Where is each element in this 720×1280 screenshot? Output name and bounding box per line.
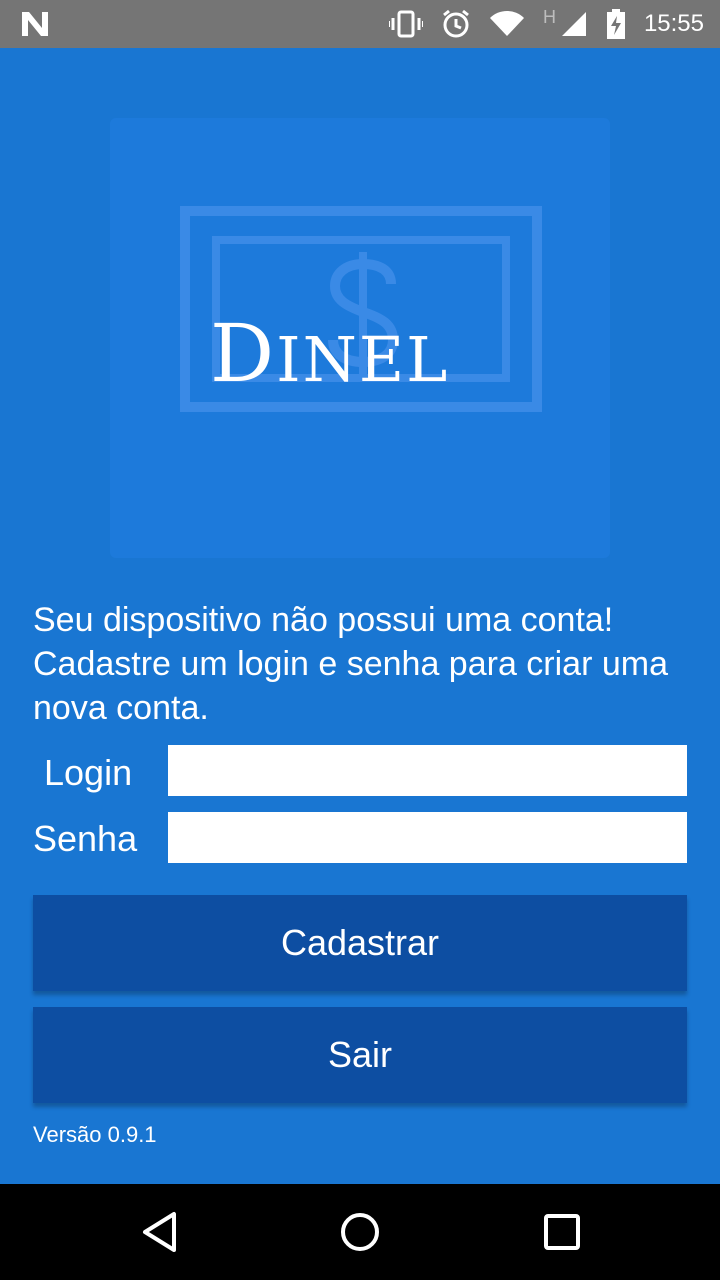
main-content: DINEL Seu dispositivo não possui uma con… xyxy=(0,48,720,1184)
password-label: Senha xyxy=(33,818,138,859)
status-time: 15:55 xyxy=(643,10,704,37)
recents-icon[interactable] xyxy=(542,1208,582,1261)
logo-text-initial: D xyxy=(210,307,277,400)
home-icon[interactable] xyxy=(340,1208,380,1261)
password-input[interactable] xyxy=(168,812,687,863)
register-button[interactable]: Cadastrar xyxy=(33,895,687,991)
login-input[interactable] xyxy=(168,745,687,796)
alarm-icon xyxy=(441,9,471,39)
login-label: Login xyxy=(44,752,133,793)
status-bar: H 15:55 xyxy=(0,0,720,48)
app-logo: DINEL xyxy=(110,118,610,558)
vibrate-icon xyxy=(388,10,423,38)
signal-icon xyxy=(560,10,588,38)
wifi-icon xyxy=(489,10,525,38)
version-label: Versão 0.9.1 xyxy=(33,1122,157,1147)
no-account-message: Seu dispositivo não possui uma conta! Ca… xyxy=(33,601,668,727)
logo-text: DINEL xyxy=(210,314,510,394)
status-icons: H 15:55 xyxy=(388,0,704,48)
battery-charging-icon xyxy=(606,9,626,39)
notification-n-icon xyxy=(20,10,50,43)
back-icon[interactable] xyxy=(140,1208,180,1261)
network-type-label: H xyxy=(542,6,556,27)
logo-text-rest: INEL xyxy=(276,323,450,396)
navigation-bar xyxy=(0,1184,720,1280)
exit-button[interactable]: Sair xyxy=(33,1007,687,1103)
